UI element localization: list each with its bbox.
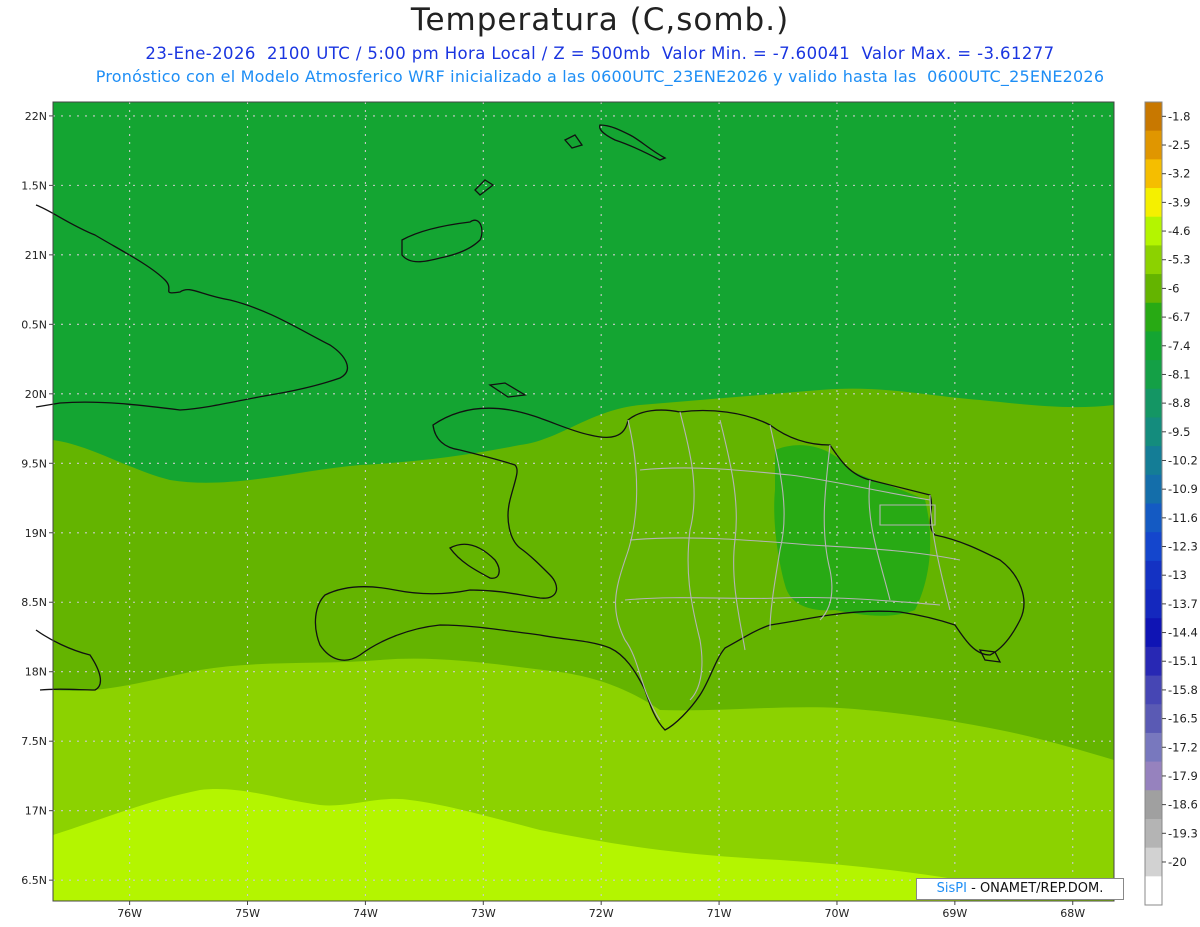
colorbar-swatch [1145, 618, 1162, 648]
lon-tick-label: 76W [117, 907, 142, 920]
lat-tick-label: 17N [25, 805, 47, 818]
longitude-tick-labels: 76W 75W 74W 73W 72W 71W 70W 69W 68W [117, 901, 1085, 920]
colorbar-label: -14.4 [1168, 626, 1198, 640]
colorbar-swatch [1145, 216, 1162, 246]
colorbar-label: -15.8 [1168, 683, 1198, 697]
colorbar-swatch [1145, 761, 1162, 791]
lon-tick-label: 72W [589, 907, 614, 920]
lat-tick-label: 1.5N [21, 179, 47, 192]
lat-tick-label: 19N [25, 527, 47, 540]
colorbar-swatch [1145, 704, 1162, 734]
colorbar-swatch [1145, 790, 1162, 820]
colorbar-label: -20 [1168, 855, 1187, 869]
lat-tick-label: 18N [25, 666, 47, 679]
colorbar-swatch [1145, 560, 1162, 591]
lon-tick-label: 74W [353, 907, 378, 920]
colorbar-label: -7.4 [1168, 339, 1190, 353]
colorbar-swatch [1145, 188, 1162, 218]
colorbar-label: -13.7 [1168, 597, 1198, 611]
colorbar-swatch [1145, 245, 1162, 275]
colorbar-label: -13 [1168, 568, 1187, 582]
colorbar-swatch [1145, 360, 1162, 390]
colorbar-swatch [1145, 818, 1162, 849]
colorbar-swatch [1145, 646, 1162, 677]
colorbar-swatch [1145, 130, 1162, 160]
lat-tick-label: 20N [25, 388, 47, 401]
lon-tick-label: 70W [825, 907, 850, 920]
colorbar-swatch [1145, 274, 1162, 304]
colorbar-swatch [1145, 302, 1162, 332]
colorbar-label: -4.6 [1168, 224, 1190, 238]
colorbar-label: -2.5 [1168, 138, 1190, 152]
lon-tick-label: 71W [707, 907, 732, 920]
colorbar-swatch [1145, 417, 1162, 447]
colorbar-swatch [1145, 532, 1162, 562]
colorbar-swatch [1145, 675, 1162, 705]
colorbar-swatch [1145, 331, 1162, 361]
colorbar-label: -6 [1168, 281, 1179, 295]
latitude-tick-labels: 22N 1.5N 21N 0.5N 20N 9.5N 19N 8.5N 18N 7.5N 17N 6.… [21, 110, 53, 887]
colorbar-swatch [1145, 159, 1162, 189]
colorbar-label: -19.3 [1168, 826, 1198, 840]
colorbar-label: -15.1 [1168, 654, 1198, 668]
colorbar-label: -17.9 [1168, 769, 1198, 783]
colorbar-swatch [1145, 102, 1162, 132]
colorbar-label: -16.5 [1168, 712, 1198, 726]
colorbar-label: -12.3 [1168, 540, 1198, 554]
colorbar-label: -1.8 [1168, 109, 1190, 123]
sispi-logo-text: SisPI [936, 881, 967, 896]
lat-tick-label: 6.5N [21, 874, 47, 887]
colorbar-swatch [1145, 732, 1162, 763]
lat-tick-label: 0.5N [21, 318, 47, 331]
temperature-field [53, 102, 1114, 901]
colorbar-swatch [1145, 388, 1162, 418]
colorbar-label: -10.9 [1168, 482, 1198, 496]
colorbar-label: -10.2 [1168, 453, 1198, 467]
colorbar-label: -11.6 [1168, 511, 1198, 525]
lon-tick-label: 68W [1060, 907, 1085, 920]
colorbar-label: -3.2 [1168, 167, 1190, 181]
colorbar-label: -8.1 [1168, 367, 1190, 381]
colorbar-swatch [1145, 876, 1162, 906]
forecast-map: 76W 75W 74W 73W 72W 71W 70W 69W 68W 22N 1.5N 21N 0.… [21, 101, 1198, 920]
colorbar-label: -17.2 [1168, 740, 1198, 754]
colorbar: -1.8 -2.5 -3.2 -3.9 -4.6 -5.3 -6 -6.7 -7.4 -8.1 -8… [1144, 101, 1198, 906]
credit-text: - ONAMET/REP.DOM. [966, 881, 1104, 896]
credit-box: SisPI - ONAMET/REP.DOM. [916, 878, 1124, 900]
lat-tick-label: 9.5N [21, 457, 47, 470]
lat-tick-label: 7.5N [21, 735, 47, 748]
lat-tick-label: 21N [25, 249, 47, 262]
colorbar-swatch [1145, 474, 1162, 504]
colorbar-label: -5.3 [1168, 253, 1190, 267]
colorbar-label: -18.6 [1168, 798, 1198, 812]
colorbar-label: -3.9 [1168, 195, 1190, 209]
lon-tick-label: 73W [471, 907, 496, 920]
colorbar-label: -9.5 [1168, 425, 1190, 439]
lon-tick-label: 75W [235, 907, 260, 920]
colorbar-swatch [1145, 446, 1162, 476]
colorbar-swatch [1145, 847, 1162, 877]
colorbar-label: -8.8 [1168, 396, 1190, 410]
colorbar-swatch [1145, 503, 1162, 533]
lon-tick-label: 69W [942, 907, 967, 920]
lat-tick-label: 22N [25, 110, 47, 123]
lat-tick-label: 8.5N [21, 596, 47, 609]
colorbar-label: -6.7 [1168, 310, 1190, 324]
colorbar-swatch [1145, 589, 1162, 619]
